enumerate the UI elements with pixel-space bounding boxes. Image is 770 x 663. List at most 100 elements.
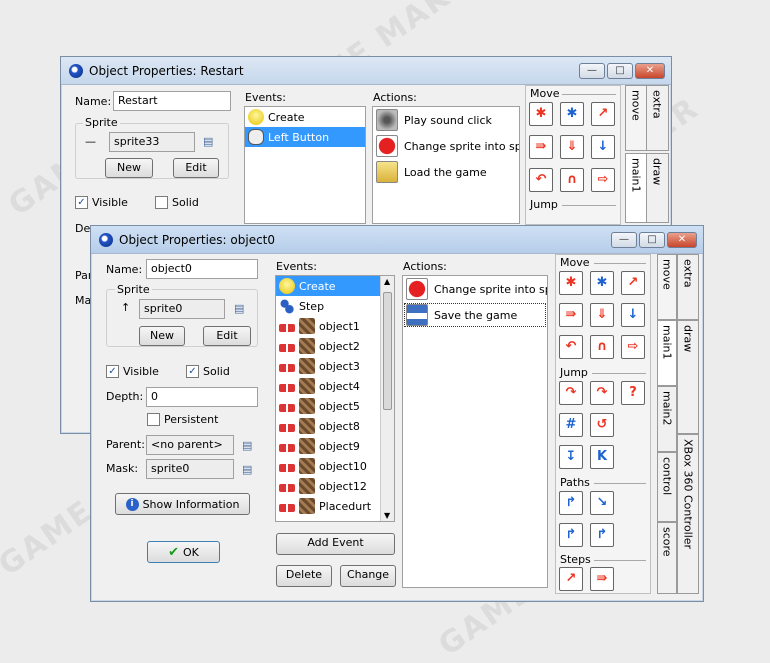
wrap-screen-icon[interactable]: ↺ (590, 413, 614, 437)
event-item[interactable]: object2 (276, 336, 394, 356)
delete-event-button[interactable]: Delete (276, 565, 332, 587)
depth-field[interactable]: 0 (146, 387, 258, 407)
back-titlebar[interactable]: Object Properties: Restart — □ ✕ (61, 57, 671, 85)
name-field[interactable]: object0 (146, 259, 258, 279)
visible-checkbox[interactable]: ✓ Visible (75, 196, 128, 209)
event-left-button[interactable]: Left Button (245, 127, 365, 147)
tab-draw[interactable]: draw (677, 320, 699, 434)
gravity-icon[interactable]: ↓ (621, 303, 645, 327)
bounce-icon[interactable]: K (590, 445, 614, 469)
solid-checkbox[interactable]: Solid (155, 196, 199, 209)
step-towards-icon[interactable]: ↗ (559, 567, 583, 591)
tab-xbox-controller[interactable]: XBox 360 Controller (677, 434, 699, 594)
gravity-icon[interactable]: ↓ (591, 135, 615, 159)
set-path-icon[interactable]: ↱ (559, 491, 583, 515)
event-item[interactable]: Placedurt (276, 496, 394, 516)
ok-button[interactable]: ✔ OK (147, 541, 220, 563)
speed-vertical-icon[interactable]: ⇓ (560, 135, 584, 159)
reverse-horizontal-icon[interactable]: ↶ (529, 168, 553, 192)
edit-sprite-button[interactable]: Edit (173, 158, 219, 178)
name-field[interactable]: Restart (113, 91, 231, 111)
event-item[interactable]: object12 (276, 476, 394, 496)
solid-checkbox[interactable]: ✓ Solid (186, 365, 230, 378)
new-sprite-button[interactable]: New (139, 326, 185, 346)
end-path-icon[interactable]: ↘ (590, 491, 614, 515)
reverse-vertical-icon[interactable]: ∩ (560, 168, 584, 192)
add-event-button[interactable]: Add Event (276, 533, 395, 555)
reverse-vertical-icon[interactable]: ∩ (590, 335, 614, 359)
path-position-icon[interactable]: ↱ (559, 523, 583, 547)
tab-draw[interactable]: draw (645, 153, 669, 223)
sprite-menu-icon[interactable]: ▤ (203, 135, 213, 148)
event-create[interactable]: Create (245, 107, 365, 127)
event-item[interactable]: object9 (276, 436, 394, 456)
move-fixed-icon[interactable]: ✱ (529, 102, 553, 126)
action-load-game[interactable]: Load the game (373, 159, 519, 185)
mask-field[interactable]: sprite0 (146, 459, 234, 479)
event-item[interactable]: object8 (276, 416, 394, 436)
scroll-down-icon[interactable]: ▼ (384, 511, 390, 520)
event-item[interactable]: Create (276, 276, 394, 296)
actions-list[interactable]: Change sprite into sprite Save the game (402, 275, 548, 588)
path-speed-icon[interactable]: ↱ (590, 523, 614, 547)
tab-move[interactable]: move (657, 254, 677, 320)
action-change-sprite[interactable]: Change sprite into sprite (373, 133, 519, 159)
parent-menu-icon[interactable]: ▤ (242, 439, 252, 452)
tab-score[interactable]: score (657, 522, 677, 594)
persistent-checkbox[interactable]: Persistent (147, 413, 218, 426)
move-towards-icon[interactable]: ↗ (621, 271, 645, 295)
maximize-button[interactable]: □ (639, 231, 665, 248)
sprite-menu-icon[interactable]: ▤ (234, 302, 244, 315)
friction-icon[interactable]: ⇨ (621, 335, 645, 359)
sprite-field[interactable]: sprite33 (109, 132, 195, 152)
action-save-game[interactable]: Save the game (403, 302, 547, 328)
minimize-button[interactable]: — (579, 62, 605, 79)
mask-menu-icon[interactable]: ▤ (242, 463, 252, 476)
events-scrollbar[interactable]: ▲ ▼ (380, 276, 394, 521)
sprite-field[interactable]: sprite0 (139, 299, 225, 319)
scroll-thumb[interactable] (383, 292, 392, 410)
move-to-contact-icon[interactable]: ↧ (559, 445, 583, 469)
speed-vertical-icon[interactable]: ⇓ (590, 303, 614, 327)
actions-list[interactable]: Play sound click Change sprite into spri… (372, 106, 520, 224)
jump-to-start-icon[interactable]: ↷ (590, 381, 614, 405)
maximize-button[interactable]: □ (607, 62, 633, 79)
front-object-window[interactable]: Object Properties: object0 — □ ✕ Name: o… (90, 225, 704, 602)
close-button[interactable]: ✕ (635, 62, 665, 79)
front-titlebar[interactable]: Object Properties: object0 — □ ✕ (91, 226, 703, 254)
event-item[interactable]: object4 (276, 376, 394, 396)
close-button[interactable]: ✕ (667, 231, 697, 248)
move-towards-icon[interactable]: ↗ (591, 102, 615, 126)
tab-main1[interactable]: main1 (657, 320, 677, 386)
event-item[interactable]: object10 (276, 456, 394, 476)
tab-move[interactable]: move (625, 85, 647, 151)
scroll-up-icon[interactable]: ▲ (384, 277, 390, 286)
speed-horizontal-icon[interactable]: ⇛ (559, 303, 583, 327)
new-sprite-button[interactable]: New (105, 158, 153, 178)
move-fixed-icon[interactable]: ✱ (559, 271, 583, 295)
speed-horizontal-icon[interactable]: ⇛ (529, 135, 553, 159)
parent-field[interactable]: <no parent> (146, 435, 234, 455)
minimize-button[interactable]: — (611, 231, 637, 248)
events-list[interactable]: Create Left Button (244, 106, 366, 224)
event-item[interactable]: object1 (276, 316, 394, 336)
change-event-button[interactable]: Change (340, 565, 396, 587)
tab-main2[interactable]: main2 (657, 386, 677, 452)
event-item[interactable]: object5 (276, 396, 394, 416)
move-free-icon[interactable]: ✱ (590, 271, 614, 295)
jump-to-position-icon[interactable]: ↷ (559, 381, 583, 405)
tab-extra[interactable]: extra (677, 254, 699, 320)
event-item[interactable]: Step (276, 296, 394, 316)
action-change-sprite[interactable]: Change sprite into sprite (403, 276, 547, 302)
show-information-button[interactable]: i Show Information (115, 493, 250, 515)
tab-main1[interactable]: main1 (625, 153, 647, 223)
step-avoiding-icon[interactable]: ⇛ (590, 567, 614, 591)
friction-icon[interactable]: ⇨ (591, 168, 615, 192)
events-list[interactable]: Create Step object1 object2 object3 object4 ob… (275, 275, 395, 522)
tab-control[interactable]: control (657, 452, 677, 522)
align-grid-icon[interactable]: # (559, 413, 583, 437)
edit-sprite-button[interactable]: Edit (203, 326, 251, 346)
visible-checkbox[interactable]: ✓ Visible (106, 365, 159, 378)
tab-extra[interactable]: extra (645, 85, 669, 151)
reverse-horizontal-icon[interactable]: ↶ (559, 335, 583, 359)
